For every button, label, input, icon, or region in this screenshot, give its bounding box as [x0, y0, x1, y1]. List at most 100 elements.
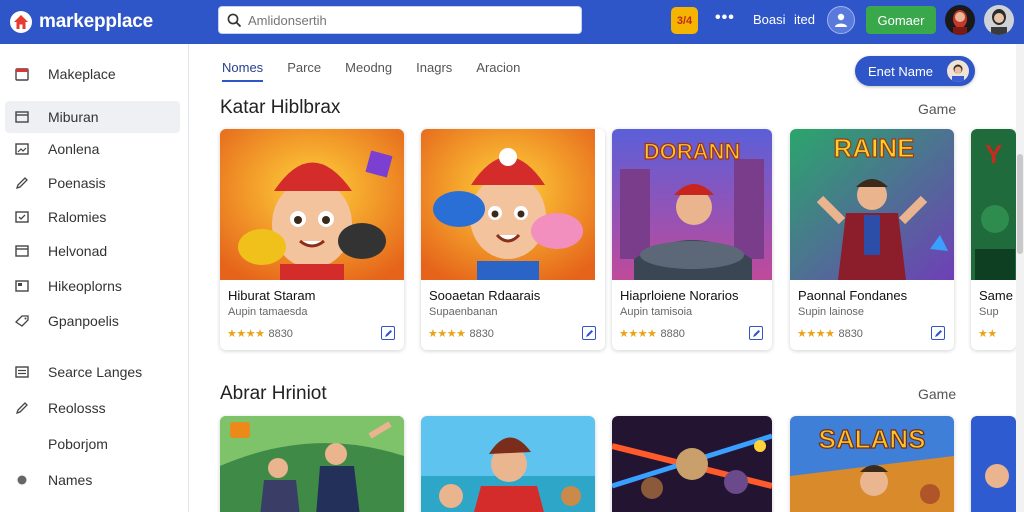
- sidebar-item-label: Poenasis: [48, 175, 106, 191]
- game-card[interactable]: RAINE Paonnal Fondanes Supin lainose ★★★…: [790, 129, 954, 350]
- more-icon[interactable]: •••: [715, 9, 735, 27]
- game-card[interactable]: DORANN Hiaprloiene Norarios Aupin tamiso…: [612, 129, 772, 350]
- edit-icon[interactable]: [582, 326, 596, 340]
- sidebar-item-hikeoplorns[interactable]: Hikeoplorns: [5, 270, 180, 302]
- notification-badge[interactable]: 3/4: [671, 7, 698, 34]
- create-button-label: Enet Name: [868, 63, 934, 79]
- card-title: Hiburat Staram: [228, 288, 316, 303]
- card-rating: ★★★★ 8830: [428, 327, 494, 341]
- card-title: Paonnal Fondanes: [798, 288, 908, 303]
- game-logo: SALANS: [819, 424, 926, 454]
- search-bar[interactable]: [218, 6, 582, 34]
- calendar-icon: [14, 66, 30, 82]
- card-rating: ★★★★ 8830: [227, 327, 293, 341]
- circle-icon: [14, 472, 30, 488]
- card-title: Sooaetan Rdaarais: [429, 288, 541, 303]
- game-card[interactable]: [421, 416, 595, 512]
- app-logo[interactable]: markepplace: [10, 11, 153, 33]
- tab-inagrs[interactable]: Inagrs: [416, 60, 452, 82]
- card-rating: ★★★★ 8880: [619, 327, 685, 341]
- tab-parce[interactable]: Parce: [287, 60, 321, 82]
- avatar[interactable]: [945, 5, 975, 35]
- game-thumbnail: [220, 416, 404, 512]
- home-icon: [10, 11, 32, 33]
- sidebar-item-aonlena[interactable]: Aonlena: [5, 133, 180, 165]
- sidebar-item-label: Helvonad: [48, 243, 108, 259]
- pencil-icon: [14, 400, 30, 416]
- sidebar-item-label: Gpanpoelis: [48, 313, 119, 329]
- rating-count: 8880: [660, 327, 685, 340]
- scroll-thumb[interactable]: [1017, 154, 1023, 254]
- game-thumbnail: SALANS: [790, 416, 954, 512]
- section-title: Abrar Hriniot: [220, 383, 327, 404]
- sidebar-item-helvonad[interactable]: Helvonad: [5, 235, 180, 267]
- sidebar-item-miburan[interactable]: Miburan: [5, 101, 180, 133]
- game-thumbnail: Y: [971, 129, 1016, 280]
- edit-icon[interactable]: [749, 326, 763, 340]
- sidebar-item-label: Ralomies: [48, 209, 107, 225]
- rating-count: 8830: [268, 327, 293, 340]
- create-button[interactable]: Enet Name: [855, 56, 975, 86]
- sidebar-item-makeplace[interactable]: Makeplace: [5, 58, 180, 90]
- sidebar-item-ralomies[interactable]: Ralomies: [5, 201, 180, 233]
- app-name: markepplace: [39, 11, 153, 32]
- sidebar-item-gpanpoelis[interactable]: Gpanpoelis: [5, 305, 180, 337]
- game-card[interactable]: Sooaetan Rdaarais Supaenbanan ★★★★ 8830: [421, 129, 605, 350]
- checkbox-icon: [14, 209, 30, 225]
- card-title: Same: [979, 288, 1013, 303]
- game-card[interactable]: SALANS: [790, 416, 954, 512]
- game-card[interactable]: [612, 416, 772, 512]
- sidebar-item-names[interactable]: Names: [5, 464, 180, 496]
- search-input[interactable]: [248, 12, 568, 28]
- sidebar-item-label: Hikeoplorns: [48, 278, 122, 294]
- tab-meodng[interactable]: Meodng: [345, 60, 392, 82]
- sidebar-item-poenasis[interactable]: Poenasis: [5, 167, 180, 199]
- game-thumbnail: [220, 129, 404, 280]
- sidebar-item-reolosss[interactable]: Reolosss: [5, 392, 180, 424]
- svg-text:Y: Y: [985, 139, 1002, 169]
- user-icon[interactable]: [827, 6, 855, 34]
- game-thumbnail: [971, 416, 1016, 512]
- sidebar-item-poborjom[interactable]: Poborjom: [5, 428, 180, 460]
- sidebar-item-label: Reolosss: [48, 400, 106, 416]
- star-rating-icon: ★★★★: [797, 328, 835, 340]
- game-card[interactable]: [971, 416, 1016, 512]
- sidebar-item-searce-langes[interactable]: Searce Langes: [5, 356, 180, 388]
- edit-icon[interactable]: [381, 326, 395, 340]
- rating-count: 8830: [469, 327, 494, 340]
- card-subtitle: Sup: [979, 306, 999, 318]
- primary-action-button[interactable]: Gomaer: [866, 6, 936, 34]
- image-icon: [14, 141, 30, 157]
- tab-bar: Nomes Parce Meodng Inagrs Aracion: [222, 60, 544, 82]
- star-rating-icon: ★★★★: [428, 328, 466, 340]
- tab-nomes[interactable]: Nomes: [222, 60, 264, 82]
- rating-count: 8830: [838, 327, 863, 340]
- list-icon: [14, 364, 30, 380]
- section-more-link[interactable]: Game: [918, 386, 956, 402]
- blank-icon: [14, 436, 30, 452]
- game-card[interactable]: [220, 416, 404, 512]
- top-link-1[interactable]: Boasi: [753, 12, 786, 27]
- game-thumbnail: RAINE: [790, 129, 954, 280]
- sidebar-item-label: Poborjom: [48, 436, 108, 452]
- window-icon: [14, 278, 30, 294]
- edit-icon[interactable]: [931, 326, 945, 340]
- tag-icon: [14, 313, 30, 329]
- sidebar-item-label: Miburan: [48, 109, 99, 125]
- section-title: Katar Hiblbrax: [220, 97, 341, 118]
- avatar: [947, 60, 969, 82]
- card-subtitle: Supaenbanan: [429, 306, 498, 318]
- scrollbar[interactable]: [1016, 44, 1024, 512]
- game-card[interactable]: Y Same Sup ★★: [971, 129, 1016, 350]
- card-rating: ★★★★ 8830: [797, 327, 863, 341]
- top-link-2[interactable]: ited: [794, 12, 815, 27]
- section-more-link[interactable]: Game: [918, 101, 956, 117]
- card-rating: ★★: [978, 327, 1001, 340]
- sidebar-item-label: Names: [48, 472, 93, 488]
- star-rating-icon: ★★: [978, 328, 997, 340]
- avatar-secondary[interactable]: [984, 5, 1014, 35]
- star-rating-icon: ★★★★: [619, 328, 657, 340]
- game-card[interactable]: Hiburat Staram Aupin tamaesda ★★★★ 8830: [220, 129, 404, 350]
- tab-aracion[interactable]: Aracion: [476, 60, 520, 82]
- sidebar: Makeplace Miburan Aonlena Poenasis Ralom…: [0, 44, 189, 512]
